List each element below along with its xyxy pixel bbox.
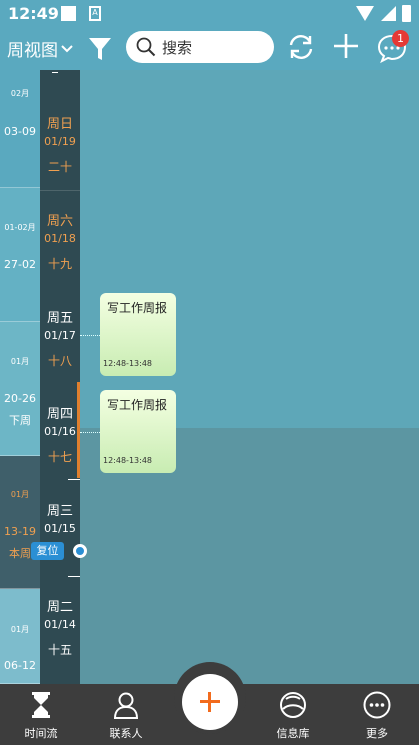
week-range: 20-26 [4, 392, 36, 405]
week-month: 01月 [10, 357, 30, 366]
search-input[interactable]: 搜索 [126, 31, 274, 63]
week-range: 03-09 [4, 125, 36, 138]
notification-square-icon [61, 6, 76, 21]
day-separator [68, 479, 80, 480]
day-weekday: 周六 [46, 214, 73, 229]
day-lunar: 十八 [47, 354, 72, 368]
event-card[interactable]: 写工作周报 12:48-13:48 [100, 293, 176, 376]
day-column: 周日 01/19 二十 周六 01/18 十九 周五 01/17 十八 周四 0… [40, 70, 80, 684]
day-weekday: 周三 [46, 504, 73, 519]
notification-app-icon: A [89, 6, 101, 21]
week-month: 01月 [10, 490, 30, 499]
library-icon [280, 692, 306, 718]
day-weekday: 周日 [46, 117, 73, 132]
event-time: 12:48-13:48 [103, 456, 152, 465]
week-column: 02月 03-09 01-02月 27-02 01月 20-26 下周 01月 … [0, 70, 40, 684]
nav-label: 联系人 [109, 727, 143, 740]
nav-label: 信息库 [276, 727, 310, 740]
week-range: 27-02 [4, 258, 36, 271]
add-fab-button[interactable] [182, 674, 238, 730]
week-block-current[interactable]: 01月 13-19 本周 [0, 456, 40, 589]
add-icon[interactable] [332, 32, 360, 60]
filter-icon[interactable] [88, 36, 112, 62]
week-month: 01月 [10, 625, 30, 634]
event-card[interactable]: 写工作周报 12:48-13:48 [100, 390, 176, 473]
view-selector[interactable]: 周视图 [7, 36, 73, 61]
day-lunar: 十五 [47, 643, 72, 657]
message-badge: 1 [392, 30, 409, 47]
day-lunar: 十九 [47, 257, 72, 271]
timeline-area[interactable]: 02月 03-09 01-02月 27-02 01月 20-26 下周 01月 … [0, 70, 419, 684]
more-icon [363, 691, 391, 719]
refresh-icon[interactable] [286, 32, 316, 62]
week-block[interactable]: 01-02月 27-02 [0, 188, 40, 322]
nav-label: 时间流 [24, 727, 58, 740]
week-block[interactable]: 01月 06-12 [0, 589, 40, 684]
event-title: 写工作周报 [107, 398, 168, 412]
event-connector [80, 335, 100, 336]
week-month: 01-02月 [4, 223, 36, 232]
week-block[interactable]: 01月 20-26 下周 [0, 322, 40, 456]
status-bar: 12:49 A [0, 0, 419, 28]
search-placeholder: 搜索 [162, 38, 193, 57]
current-time-marker [73, 544, 87, 558]
toolbar: 周视图 搜索 1 [0, 28, 419, 70]
week-range: 06-12 [4, 659, 36, 672]
day-block-today[interactable]: 周四 01/16 十七 [40, 400, 80, 480]
day-separator [40, 190, 80, 191]
day-lunar: 二十 [47, 160, 72, 174]
nav-item-more[interactable]: 更多 [342, 684, 412, 745]
event-time: 12:48-13:48 [103, 359, 152, 368]
day-date: 01/16 [44, 425, 76, 438]
day-block[interactable]: 周五 01/17 十八 [40, 304, 80, 384]
event-connector [80, 432, 100, 433]
day-weekday: 周五 [46, 311, 73, 326]
day-weekday: 周四 [46, 407, 73, 422]
today-indicator [77, 382, 80, 478]
week-block[interactable]: 02月 03-09 [0, 70, 40, 188]
search-icon [136, 37, 156, 57]
battery-icon [402, 5, 411, 22]
status-time: 12:49 [8, 4, 59, 23]
day-date: 01/19 [44, 135, 76, 148]
day-block[interactable]: 周六 01/18 十九 [40, 207, 80, 287]
contacts-icon [113, 692, 139, 719]
day-date: 01/18 [44, 232, 76, 245]
signal-icon [381, 6, 396, 21]
reset-button[interactable]: 复位 [31, 542, 64, 560]
week-tag: 下周 [9, 414, 31, 427]
nav-item-library[interactable]: 信息库 [258, 684, 328, 745]
view-label: 周视图 [7, 41, 58, 61]
day-date: 01/14 [44, 618, 76, 631]
nav-item-contacts[interactable]: 联系人 [91, 684, 161, 745]
wifi-icon [356, 6, 374, 21]
week-month: 02月 [10, 89, 30, 98]
day-block[interactable]: 周日 01/19 二十 [40, 110, 80, 190]
nav-label: 更多 [366, 727, 388, 740]
chevron-down-icon [61, 44, 73, 52]
week-range: 13-19 [4, 525, 36, 538]
day-date: 01/15 [44, 522, 76, 535]
day-separator [52, 72, 58, 73]
day-lunar: 十七 [47, 450, 72, 464]
event-title: 写工作周报 [107, 301, 168, 315]
day-date: 01/17 [44, 329, 76, 342]
day-block[interactable]: 周二 01/14 十五 [40, 593, 80, 673]
day-separator [68, 576, 80, 577]
nav-item-timeline[interactable]: 时间流 [6, 684, 76, 745]
hourglass-icon [32, 692, 50, 718]
day-weekday: 周二 [46, 600, 73, 615]
